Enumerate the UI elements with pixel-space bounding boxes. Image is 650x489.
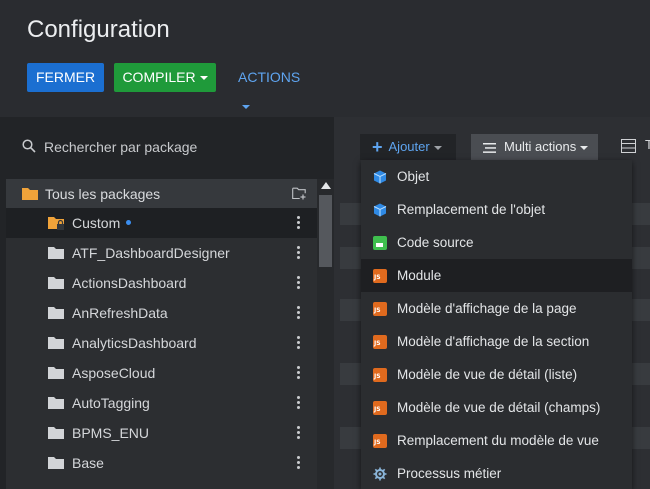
- package-tree: Custom ATF_DashboardDesigner ActionsDash…: [6, 208, 317, 489]
- tree-item-label: ATF_DashboardDesigner: [72, 245, 230, 261]
- more-options-icon[interactable]: [295, 456, 301, 470]
- menu-item-section-view-model[interactable]: Modèle d'affichage de la section: [361, 325, 632, 358]
- scroll-up-icon[interactable]: [321, 182, 331, 189]
- menu-item-label: Code source: [397, 235, 474, 250]
- compile-button-label: COMPILER: [122, 69, 196, 85]
- tree-item[interactable]: ActionsDashboard: [6, 268, 317, 298]
- menu-item-label: Modèle d'affichage de la section: [397, 334, 590, 349]
- scrollbar-thumb[interactable]: [319, 195, 332, 267]
- tree-item-label: AutoTagging: [72, 395, 150, 411]
- folder-icon: [48, 337, 64, 349]
- menu-item-detail-fields-model[interactable]: Modèle de vue de détail (champs): [361, 391, 632, 424]
- add-folder-icon[interactable]: [292, 187, 307, 200]
- more-options-icon[interactable]: [295, 426, 301, 440]
- tree-item[interactable]: AnalyticsDashboard: [6, 328, 317, 358]
- compile-button[interactable]: COMPILER: [114, 63, 216, 92]
- more-options-icon[interactable]: [295, 306, 301, 320]
- package-sidebar: Rechercher par package Tous les packages…: [0, 117, 334, 489]
- folder-icon: [48, 427, 64, 439]
- add-button[interactable]: + Ajouter: [360, 134, 456, 160]
- menu-item-module[interactable]: Module: [361, 259, 632, 292]
- tree-root-label: Tous les packages: [45, 186, 161, 202]
- menu-item-label: Modèle d'affichage de la page: [397, 301, 577, 316]
- chevron-down-icon: [433, 145, 442, 150]
- js-file-icon: [373, 368, 387, 382]
- search-input[interactable]: Rechercher par package: [22, 137, 322, 159]
- menu-item-source-code[interactable]: Code source: [361, 226, 632, 259]
- tree-item-label: ActionsDashboard: [72, 275, 187, 291]
- menu-item-view-model-replacement[interactable]: Remplacement du modèle de vue: [361, 424, 632, 457]
- page-title: Configuration: [27, 16, 170, 43]
- folder-icon: [48, 397, 64, 409]
- folder-icon: [48, 457, 64, 469]
- actions-button[interactable]: ACTIONS: [238, 63, 312, 110]
- view-tab-label[interactable]: T: [645, 137, 650, 152]
- more-options-icon[interactable]: [295, 216, 301, 230]
- tree-item-label: AnalyticsDashboard: [72, 335, 197, 351]
- cube-icon: [373, 170, 387, 184]
- more-options-icon[interactable]: [295, 336, 301, 350]
- actions-button-label: ACTIONS: [238, 69, 301, 85]
- chevron-down-icon: [199, 76, 208, 81]
- cube-icon: [373, 203, 387, 217]
- tree-item-label: AnRefreshData: [72, 305, 168, 321]
- menu-item-object[interactable]: Objet: [361, 160, 632, 193]
- tree-root-all-packages[interactable]: Tous les packages: [6, 179, 317, 208]
- more-options-icon[interactable]: [295, 366, 301, 380]
- source-code-icon: [373, 236, 387, 250]
- table-icon[interactable]: [621, 139, 636, 153]
- folder-icon: [22, 188, 38, 200]
- close-button[interactable]: FERMER: [27, 63, 104, 92]
- menu-item-label: Remplacement du modèle de vue: [397, 433, 599, 448]
- tree-item[interactable]: ATF_DashboardDesigner: [6, 238, 317, 268]
- menu-item-label: Remplacement de l'objet: [397, 202, 546, 217]
- more-options-icon[interactable]: [295, 276, 301, 290]
- js-file-icon: [373, 302, 387, 316]
- menu-item-page-view-model[interactable]: Modèle d'affichage de la page: [361, 292, 632, 325]
- tree-item[interactable]: Base: [6, 448, 317, 478]
- tree-item-label: Base: [72, 455, 104, 471]
- add-dropdown-menu: Objet Remplacement de l'objet Code sourc…: [361, 160, 632, 489]
- folder-icon: [48, 277, 64, 289]
- more-options-icon[interactable]: [295, 396, 301, 410]
- menu-item-label: Modèle de vue de détail (champs): [397, 400, 601, 415]
- menu-item-detail-list-model[interactable]: Modèle de vue de détail (liste): [361, 358, 632, 391]
- add-button-label: Ajouter: [388, 139, 430, 154]
- search-placeholder: Rechercher par package: [44, 139, 198, 155]
- chevron-down-icon: [242, 105, 250, 110]
- multi-actions-label: Multi actions: [504, 139, 577, 154]
- menu-item-object-replacement[interactable]: Remplacement de l'objet: [361, 193, 632, 226]
- js-file-icon: [373, 434, 387, 448]
- tree-item-label: Custom: [72, 215, 121, 231]
- search-icon: [22, 139, 36, 153]
- js-file-icon: [373, 335, 387, 349]
- tree-item[interactable]: AnRefreshData: [6, 298, 317, 328]
- process-gear-icon: [373, 467, 387, 481]
- chevron-down-icon: [580, 145, 589, 150]
- tree-item-label: AsposeCloud: [72, 365, 156, 381]
- tree-item-custom[interactable]: Custom: [6, 208, 317, 238]
- tree-item[interactable]: AsposeCloud: [6, 358, 317, 388]
- js-file-icon: [373, 401, 387, 415]
- locked-folder-icon: [48, 217, 64, 230]
- folder-icon: [48, 367, 64, 379]
- folder-icon: [48, 247, 64, 259]
- menu-item-label: Modèle de vue de détail (liste): [397, 367, 578, 382]
- menu-item-business-process[interactable]: Processus métier: [361, 457, 632, 489]
- menu-item-label: Processus métier: [397, 466, 502, 481]
- more-options-icon[interactable]: [295, 246, 301, 260]
- scrollbar[interactable]: [317, 179, 334, 489]
- menu-item-label: Module: [397, 268, 442, 283]
- js-file-icon: [373, 269, 387, 283]
- folder-icon: [48, 307, 64, 319]
- tree-item-label: BPMS_ENU: [72, 425, 150, 441]
- menu-item-label: Objet: [397, 169, 430, 184]
- modified-indicator: [126, 220, 132, 225]
- multi-actions-button[interactable]: Multi actions: [471, 134, 598, 160]
- plus-icon: +: [372, 137, 383, 157]
- tree-item[interactable]: BPMS_ENU: [6, 418, 317, 448]
- list-icon: [483, 142, 496, 153]
- tree-item[interactable]: AutoTagging: [6, 388, 317, 418]
